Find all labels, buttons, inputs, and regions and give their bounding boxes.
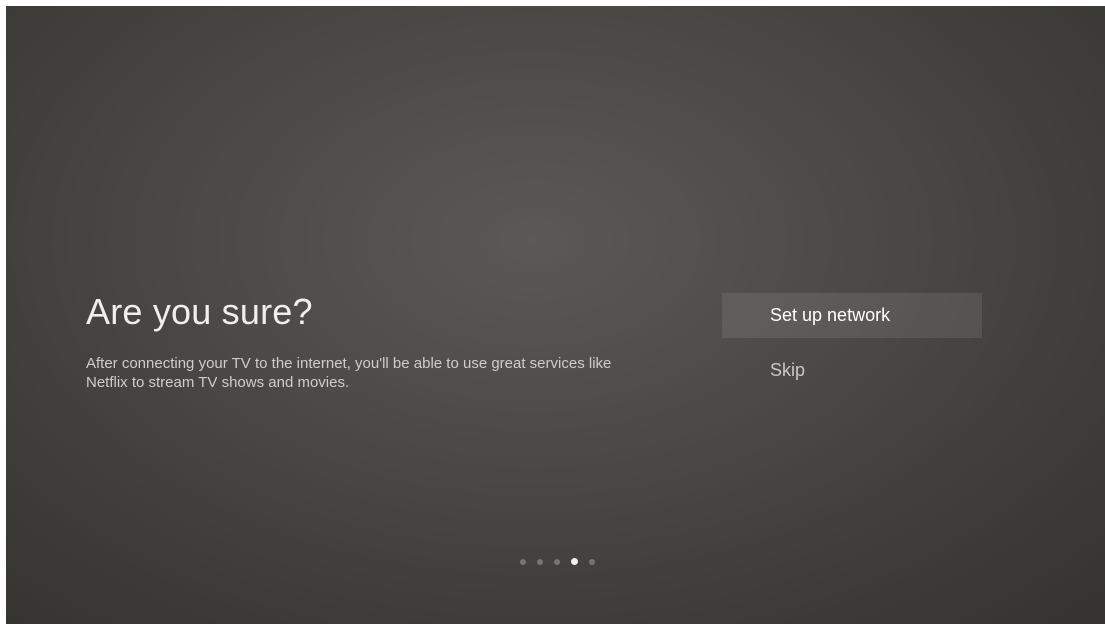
- page-description: After connecting your TV to the internet…: [86, 355, 612, 391]
- step-indicator: [520, 558, 595, 565]
- step-dot: [589, 558, 595, 565]
- skip-button[interactable]: Skip: [722, 348, 982, 393]
- step-dot-active: [571, 558, 578, 565]
- step-dot: [537, 558, 543, 565]
- dialog-text: Are you sure? After connecting your TV t…: [86, 290, 686, 392]
- page-title: Are you sure?: [86, 291, 313, 332]
- set-up-network-button[interactable]: Set up network: [722, 293, 982, 338]
- step-dot: [520, 558, 526, 565]
- setup-screen: Are you sure? After connecting your TV t…: [6, 6, 1105, 624]
- action-menu: Set up network Skip: [722, 293, 982, 393]
- step-dot: [554, 558, 560, 565]
